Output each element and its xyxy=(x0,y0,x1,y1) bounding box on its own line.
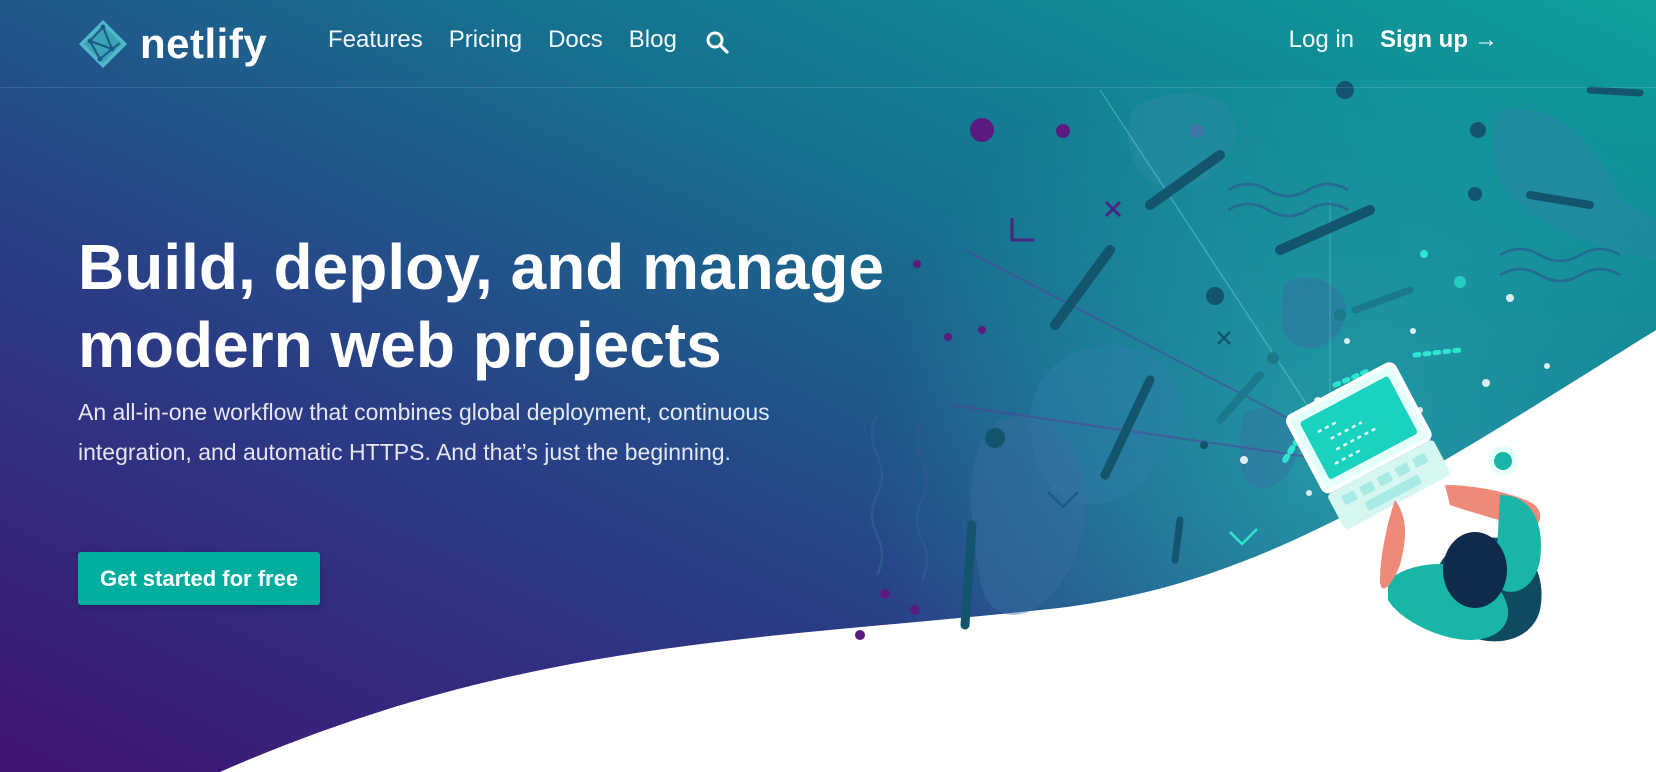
nav-link-pricing[interactable]: Pricing xyxy=(449,26,522,54)
hero-headline: Build, deploy, and manage modern web pro… xyxy=(78,231,885,381)
hero-background xyxy=(0,0,1656,772)
login-link[interactable]: Log in xyxy=(1289,26,1354,54)
search-icon xyxy=(706,31,729,54)
get-started-button[interactable]: Get started for free xyxy=(78,552,321,605)
hero-section: netlify Features Pricing Docs Blog Log i… xyxy=(0,0,1656,772)
nav-link-docs[interactable]: Docs xyxy=(548,26,603,54)
nav-link-features[interactable]: Features xyxy=(328,26,423,54)
brand-name: netlify xyxy=(140,20,268,67)
nav-link-blog[interactable]: Blog xyxy=(629,26,677,54)
main-nav: Features Pricing Docs Blog xyxy=(328,26,729,54)
arrow-right-icon: → xyxy=(1474,26,1498,53)
signup-link[interactable]: Sign up → xyxy=(1380,26,1498,54)
auth-links: Log in Sign up → xyxy=(1289,26,1498,54)
hero-subtitle: An all-in-one workflow that combines glo… xyxy=(78,399,770,465)
search-button[interactable] xyxy=(705,30,729,54)
signup-label: Sign up xyxy=(1380,26,1468,53)
netlify-logo-icon xyxy=(78,19,128,69)
brand-logo[interactable]: netlify xyxy=(78,18,267,70)
top-navigation: netlify Features Pricing Docs Blog Log i… xyxy=(0,0,1656,88)
